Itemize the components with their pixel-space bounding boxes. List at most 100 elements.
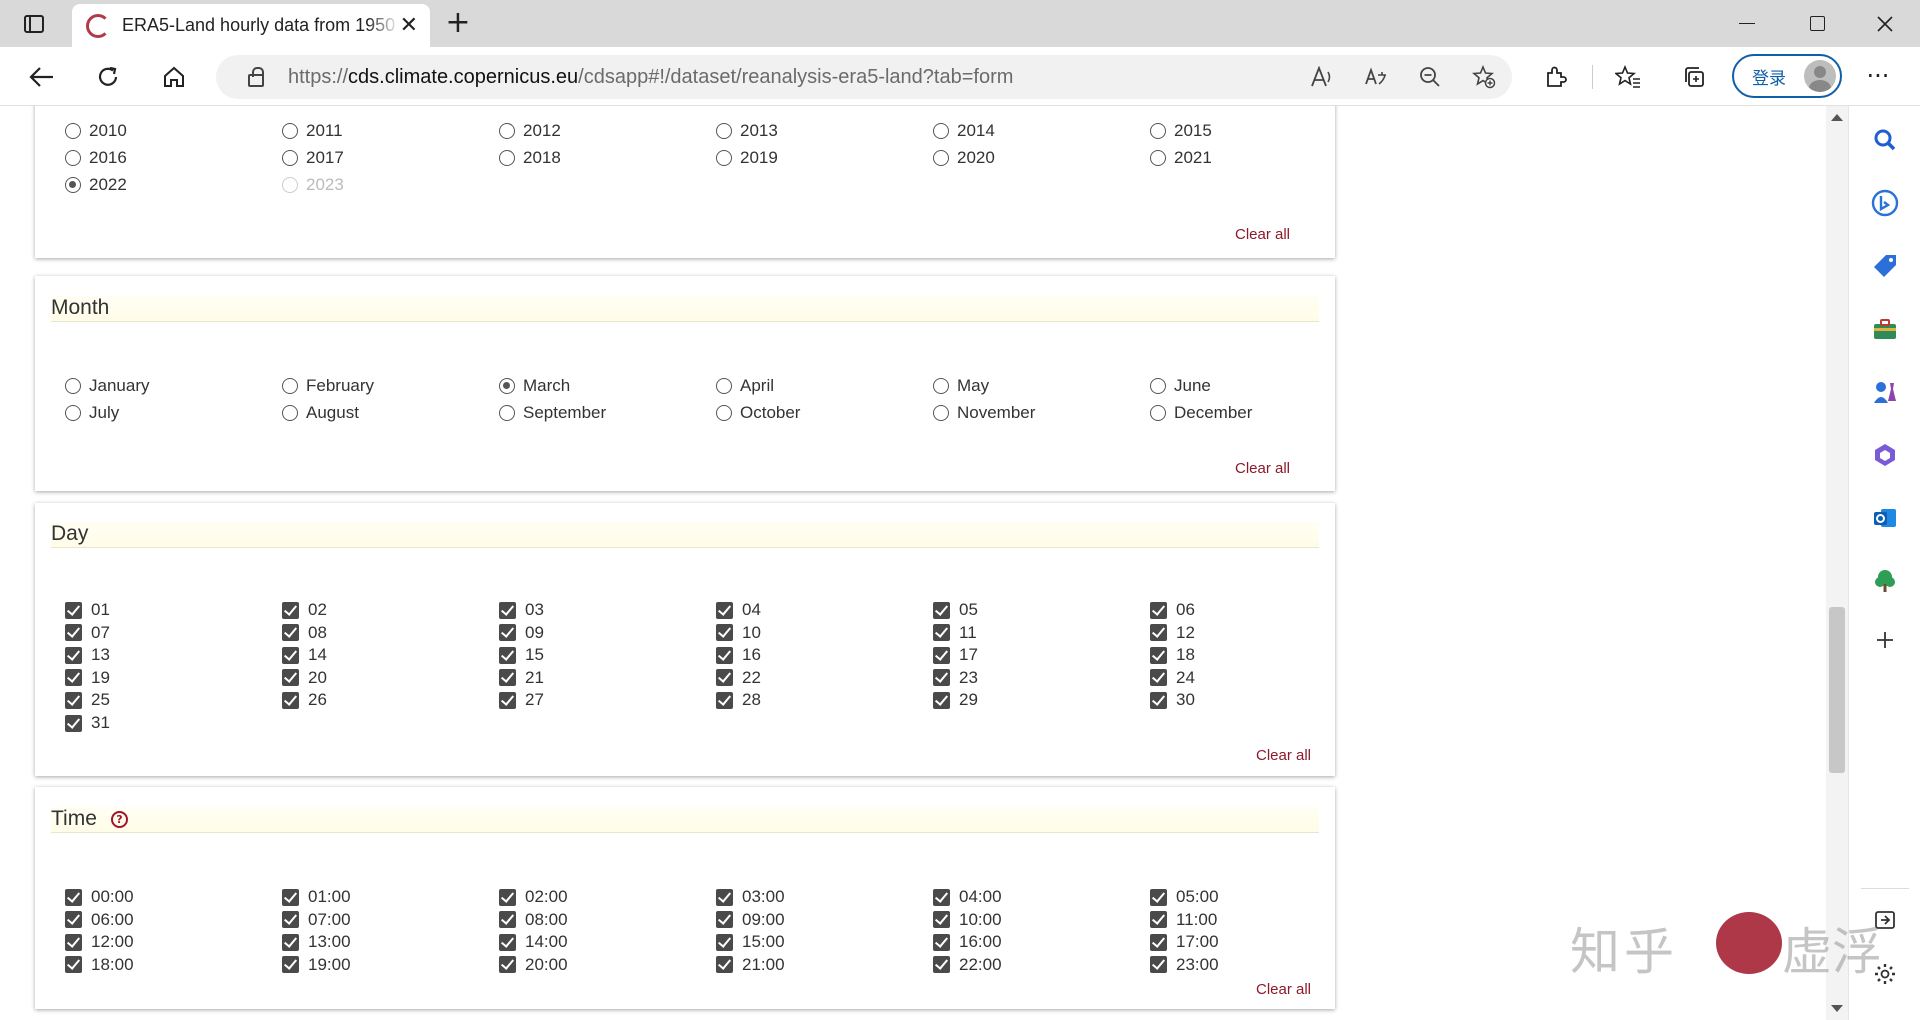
day-option[interactable]: 27 bbox=[499, 689, 544, 711]
day-option[interactable]: 16 bbox=[716, 644, 761, 666]
year-option[interactable]: 2019 bbox=[716, 147, 778, 169]
year-option[interactable]: 2020 bbox=[933, 147, 995, 169]
lock-icon[interactable] bbox=[236, 66, 276, 87]
month-option[interactable]: December bbox=[1150, 402, 1252, 424]
tab-close-icon[interactable]: ✕ bbox=[400, 14, 418, 37]
microsoft-365-icon[interactable] bbox=[1871, 441, 1899, 469]
checkbox-checked-icon[interactable] bbox=[933, 933, 950, 951]
radio-button[interactable] bbox=[716, 378, 732, 394]
day-option[interactable]: 29 bbox=[933, 689, 978, 711]
checkbox-checked-icon[interactable] bbox=[716, 669, 733, 687]
checkbox-checked-icon[interactable] bbox=[282, 956, 299, 974]
day-option[interactable]: 08 bbox=[282, 622, 327, 644]
month-option[interactable]: September bbox=[499, 402, 606, 424]
time-option[interactable]: 20:00 bbox=[499, 954, 568, 976]
time-option[interactable]: 22:00 bbox=[933, 954, 1002, 976]
checkbox-checked-icon[interactable] bbox=[499, 624, 516, 642]
checkbox-checked-icon[interactable] bbox=[65, 956, 82, 974]
time-option[interactable]: 04:00 bbox=[933, 886, 1002, 908]
checkbox-checked-icon[interactable] bbox=[933, 691, 950, 709]
vertical-scrollbar[interactable] bbox=[1826, 106, 1848, 1020]
checkbox-checked-icon[interactable] bbox=[716, 646, 733, 664]
time-option[interactable]: 16:00 bbox=[933, 931, 1002, 953]
time-option[interactable]: 12:00 bbox=[65, 931, 134, 953]
year-option[interactable]: 2011 bbox=[282, 120, 343, 142]
checkbox-checked-icon[interactable] bbox=[1150, 956, 1167, 974]
tree-icon[interactable] bbox=[1871, 567, 1899, 595]
checkbox-checked-icon[interactable] bbox=[65, 669, 82, 687]
checkbox-checked-icon[interactable] bbox=[65, 911, 82, 929]
day-option[interactable]: 26 bbox=[282, 689, 327, 711]
radio-button[interactable] bbox=[499, 150, 515, 166]
checkbox-checked-icon[interactable] bbox=[1150, 911, 1167, 929]
checkbox-checked-icon[interactable] bbox=[716, 601, 733, 619]
time-option[interactable]: 10:00 bbox=[933, 909, 1002, 931]
day-option[interactable]: 04 bbox=[716, 599, 761, 621]
time-option[interactable]: 23:00 bbox=[1150, 954, 1219, 976]
extensions-button[interactable] bbox=[1538, 59, 1574, 95]
month-option[interactable]: July bbox=[65, 402, 119, 424]
day-option[interactable]: 30 bbox=[1150, 689, 1195, 711]
checkbox-checked-icon[interactable] bbox=[716, 691, 733, 709]
minimize-button[interactable] bbox=[1714, 0, 1780, 47]
checkbox-checked-icon[interactable] bbox=[65, 714, 82, 732]
time-option[interactable]: 03:00 bbox=[716, 886, 785, 908]
checkbox-checked-icon[interactable] bbox=[65, 691, 82, 709]
tools-icon[interactable] bbox=[1871, 315, 1899, 343]
year-option[interactable]: 2010 bbox=[65, 120, 127, 142]
zoom-out-icon[interactable] bbox=[1412, 61, 1448, 93]
collections-button[interactable] bbox=[1676, 59, 1712, 95]
time-option[interactable]: 14:00 bbox=[499, 931, 568, 953]
day-option[interactable]: 03 bbox=[499, 599, 544, 621]
year-option[interactable]: 2013 bbox=[716, 120, 778, 142]
checkbox-checked-icon[interactable] bbox=[282, 601, 299, 619]
maximize-button[interactable] bbox=[1784, 0, 1850, 47]
year-option[interactable]: 2021 bbox=[1150, 147, 1212, 169]
radio-button[interactable] bbox=[716, 123, 732, 139]
checkbox-checked-icon[interactable] bbox=[716, 911, 733, 929]
radio-button[interactable] bbox=[65, 177, 81, 193]
radio-button[interactable] bbox=[1150, 150, 1166, 166]
radio-button[interactable] bbox=[282, 150, 298, 166]
time-option[interactable]: 18:00 bbox=[65, 954, 134, 976]
checkbox-checked-icon[interactable] bbox=[499, 646, 516, 664]
search-icon[interactable] bbox=[1871, 126, 1899, 154]
games-icon[interactable] bbox=[1871, 378, 1899, 406]
checkbox-checked-icon[interactable] bbox=[499, 601, 516, 619]
checkbox-checked-icon[interactable] bbox=[1150, 624, 1167, 642]
day-clear-all-link[interactable]: Clear all bbox=[1256, 747, 1311, 764]
refresh-button[interactable] bbox=[90, 59, 126, 95]
day-option[interactable]: 18 bbox=[1150, 644, 1195, 666]
month-option[interactable]: November bbox=[933, 402, 1035, 424]
day-option[interactable]: 25 bbox=[65, 689, 110, 711]
checkbox-checked-icon[interactable] bbox=[65, 933, 82, 951]
checkbox-checked-icon[interactable] bbox=[716, 624, 733, 642]
radio-button[interactable] bbox=[1150, 378, 1166, 394]
checkbox-checked-icon[interactable] bbox=[716, 888, 733, 906]
tab-actions-icon[interactable] bbox=[14, 8, 54, 40]
time-option[interactable]: 02:00 bbox=[499, 886, 568, 908]
checkbox-checked-icon[interactable] bbox=[716, 956, 733, 974]
active-tab[interactable]: ERA5-Land hourly data from 1950 to prese… bbox=[72, 4, 430, 47]
checkbox-checked-icon[interactable] bbox=[499, 933, 516, 951]
radio-button[interactable] bbox=[716, 405, 732, 421]
month-clear-all-link[interactable]: Clear all bbox=[1235, 460, 1290, 477]
checkbox-checked-icon[interactable] bbox=[282, 646, 299, 664]
month-option[interactable]: January bbox=[65, 375, 149, 397]
month-option[interactable]: June bbox=[1150, 375, 1211, 397]
checkbox-checked-icon[interactable] bbox=[282, 691, 299, 709]
day-option[interactable]: 31 bbox=[65, 712, 110, 734]
day-option[interactable]: 17 bbox=[933, 644, 978, 666]
day-option[interactable]: 02 bbox=[282, 599, 327, 621]
year-option[interactable]: 2015 bbox=[1150, 120, 1212, 142]
day-option[interactable]: 15 bbox=[499, 644, 544, 666]
month-option[interactable]: May bbox=[933, 375, 989, 397]
radio-button[interactable] bbox=[933, 150, 949, 166]
checkbox-checked-icon[interactable] bbox=[933, 624, 950, 642]
checkbox-checked-icon[interactable] bbox=[65, 624, 82, 642]
radio-button[interactable] bbox=[65, 405, 81, 421]
checkbox-checked-icon[interactable] bbox=[499, 956, 516, 974]
day-option[interactable]: 21 bbox=[499, 667, 544, 689]
time-option[interactable]: 19:00 bbox=[282, 954, 351, 976]
read-aloud-icon[interactable] bbox=[1304, 61, 1340, 93]
